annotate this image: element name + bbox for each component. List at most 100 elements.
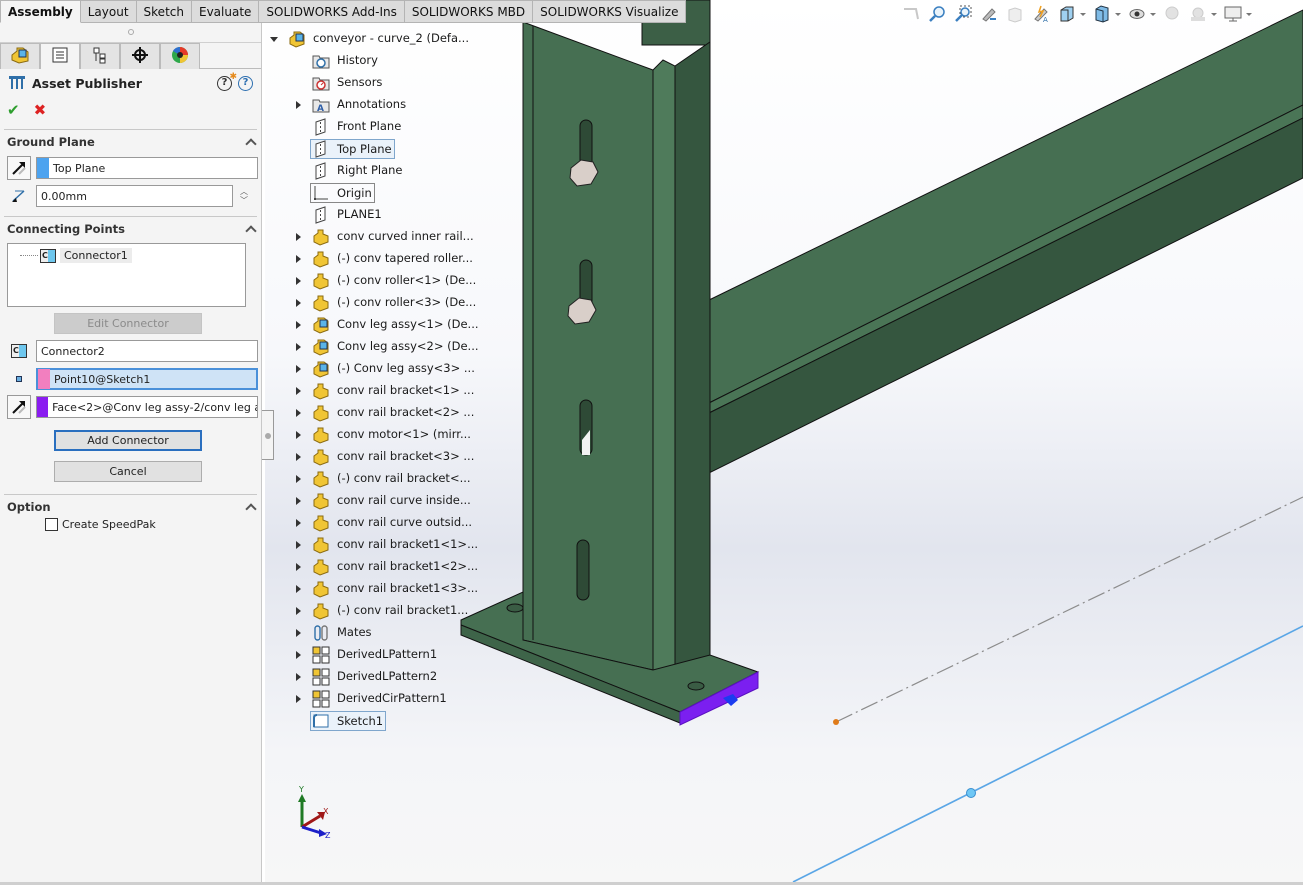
expand-arrow-icon[interactable] xyxy=(296,233,301,241)
connector-face-field[interactable]: Face<2>@Conv leg assy-2/conv leg anc xyxy=(36,396,258,418)
expand-arrow-icon[interactable] xyxy=(296,343,301,351)
list-item[interactable]: C Connector1 xyxy=(20,248,132,263)
offset-distance-input[interactable]: 0.00mm xyxy=(36,185,233,207)
tree-item-conv-leg-assy-3[interactable]: (-) Conv leg assy<3> ... xyxy=(268,358,475,380)
zoom-to-area-icon[interactable] xyxy=(953,4,973,24)
tree-item-history[interactable]: History xyxy=(268,50,468,72)
dynamic-annotation-icon[interactable]: A xyxy=(1031,4,1051,24)
whats-new-help-icon[interactable]: ? ✱ xyxy=(217,72,237,91)
tree-item-annotations[interactable]: Annotations A xyxy=(268,94,468,116)
tab-displaymanager[interactable] xyxy=(160,43,200,69)
expand-arrow-icon[interactable] xyxy=(296,431,301,439)
tree-item-derivedcirpattern1[interactable]: DerivedCirPattern1 xyxy=(268,688,468,710)
help-icon[interactable]: ? xyxy=(238,75,253,91)
tree-item-front-plane[interactable]: Front Plane xyxy=(268,116,468,138)
collapse-arrow-icon[interactable] xyxy=(270,37,278,42)
expand-arrow-icon[interactable] xyxy=(296,409,301,417)
panel-collapse-handle[interactable] xyxy=(262,410,274,460)
expand-arrow-icon[interactable] xyxy=(296,453,301,461)
expand-arrow-icon[interactable] xyxy=(296,299,301,307)
hide-show-items-icon[interactable] xyxy=(1127,4,1147,24)
sketch-point-blue[interactable] xyxy=(966,788,976,798)
dropdown-arrow-icon[interactable] xyxy=(1246,12,1252,16)
tab-featuremanager[interactable] xyxy=(0,43,40,69)
zoom-to-fit-icon[interactable] xyxy=(927,4,947,24)
collapse-chevron-icon[interactable] xyxy=(245,225,257,237)
section-view-icon[interactable] xyxy=(1005,4,1025,24)
apply-scene-icon[interactable] xyxy=(1188,4,1208,24)
tree-item-conv-rail-bracket1-2[interactable]: conv rail bracket1<2>... xyxy=(268,556,478,578)
previous-view-arrow-icon[interactable] xyxy=(979,4,999,24)
expand-arrow-icon[interactable] xyxy=(296,497,301,505)
connector-point-field[interactable]: Point10@Sketch1 xyxy=(36,368,258,390)
tab-solidworks-add-ins[interactable]: SOLIDWORKS Add-Ins xyxy=(259,0,405,23)
tree-item-derivedlpattern1[interactable]: DerivedLPattern1 xyxy=(268,644,468,666)
tree-item-conv-rail-curve-inside[interactable]: conv rail curve inside... xyxy=(268,490,471,512)
view-settings-icon[interactable] xyxy=(1223,4,1243,24)
expand-arrow-icon[interactable] xyxy=(296,673,301,681)
tree-item-derivedlpattern2[interactable]: DerivedLPattern2 xyxy=(268,666,468,688)
offset-spinner[interactable]: ︿ ﹀ xyxy=(237,187,251,205)
cancel-pm-button[interactable]: ✖ xyxy=(34,101,47,119)
view-orientation-icon[interactable] xyxy=(1057,4,1077,24)
tree-item-conv-leg-assy-1-de[interactable]: Conv leg assy<1> (De... xyxy=(268,314,479,336)
tree-item-conv-roller-3-de[interactable]: (-) conv roller<3> (De... xyxy=(268,292,476,314)
tree-item-conv-rail-bracket1-3[interactable]: conv rail bracket1<3>... xyxy=(268,578,478,600)
expand-arrow-icon[interactable] xyxy=(296,629,301,637)
expand-arrow-icon[interactable] xyxy=(296,563,301,571)
tree-item-conv-rail-bracket-3[interactable]: conv rail bracket<3> ... xyxy=(268,446,474,468)
dropdown-arrow-icon[interactable] xyxy=(1211,12,1217,16)
cancel-connector-button[interactable]: Cancel xyxy=(54,461,202,482)
tree-item-conv-rail-bracket-2[interactable]: conv rail bracket<2> ... xyxy=(268,402,474,424)
tree-item-mates[interactable]: Mates xyxy=(268,622,468,644)
tree-item-right-plane[interactable]: Right Plane xyxy=(268,160,468,182)
tree-root-assembly[interactable]: conveyor - curve_2 (Defa... xyxy=(268,28,469,50)
expand-arrow-icon[interactable] xyxy=(296,387,301,395)
expand-arrow-icon[interactable] xyxy=(296,101,301,109)
tree-item-conv-tapered-roller[interactable]: (-) conv tapered roller... xyxy=(268,248,473,270)
tab-solidworks-mbd[interactable]: SOLIDWORKS MBD xyxy=(404,0,534,23)
ok-button[interactable]: ✔ xyxy=(7,101,20,119)
connectors-list[interactable]: C Connector1 xyxy=(7,243,246,307)
tab-layout[interactable]: Layout xyxy=(80,0,137,23)
collapse-chevron-icon[interactable] xyxy=(245,503,257,515)
tree-item-conv-roller-1-de[interactable]: (-) conv roller<1> (De... xyxy=(268,270,476,292)
expand-arrow-icon[interactable] xyxy=(296,277,301,285)
expand-arrow-icon[interactable] xyxy=(296,541,301,549)
tree-item-conv-motor-1-mirr[interactable]: conv motor<1> (mirr... xyxy=(268,424,471,446)
tree-item-conv-rail-bracket1[interactable]: (-) conv rail bracket1... xyxy=(268,600,468,622)
add-connector-button[interactable]: Add Connector xyxy=(54,430,202,451)
tree-item-plane1[interactable]: PLANE1 xyxy=(268,204,468,226)
expand-arrow-icon[interactable] xyxy=(296,585,301,593)
connector-name-input[interactable]: Connector2 xyxy=(36,340,258,362)
tab-configurationmanager[interactable] xyxy=(80,43,120,69)
ground-plane-field[interactable]: Top Plane xyxy=(36,157,258,179)
expand-arrow-icon[interactable] xyxy=(296,475,301,483)
connector-direction-button[interactable] xyxy=(7,395,31,419)
tree-item-sensors[interactable]: Sensors xyxy=(268,72,468,94)
expand-arrow-icon[interactable] xyxy=(296,365,301,373)
display-style-icon[interactable] xyxy=(1092,4,1112,24)
expand-arrow-icon[interactable] xyxy=(296,651,301,659)
edit-appearance-icon[interactable] xyxy=(1162,4,1182,24)
sketch-line[interactable] xyxy=(792,625,1303,883)
sketch-point-orange[interactable] xyxy=(833,719,839,725)
expand-arrow-icon[interactable] xyxy=(296,607,301,615)
tree-item-conv-leg-assy-2-de[interactable]: Conv leg assy<2> (De... xyxy=(268,336,479,358)
tab-sketch[interactable]: Sketch xyxy=(136,0,192,23)
tree-item-conv-rail-bracket-1[interactable]: conv rail bracket<1> ... xyxy=(268,380,474,402)
tab-dimxpertmanager[interactable] xyxy=(120,43,160,69)
tree-item-conv-rail-bracket1-1[interactable]: conv rail bracket1<1>... xyxy=(268,534,478,556)
conveyor-rail[interactable] xyxy=(704,9,1303,476)
tree-item-conv-curved-inner-rail[interactable]: conv curved inner rail... xyxy=(268,226,474,248)
tree-item-top-plane[interactable]: Top Plane xyxy=(268,138,468,160)
create-speedpak-checkbox[interactable] xyxy=(45,517,58,531)
construction-line[interactable] xyxy=(835,496,1303,723)
previous-view-icon[interactable] xyxy=(901,4,921,24)
tree-item-origin[interactable]: Origin xyxy=(268,182,468,204)
edit-connector-button[interactable]: Edit Connector xyxy=(54,313,202,334)
tab-assembly[interactable]: Assembly xyxy=(0,0,81,23)
tab-propertymanager[interactable] xyxy=(40,43,80,69)
expand-arrow-icon[interactable] xyxy=(296,255,301,263)
reverse-direction-button[interactable] xyxy=(7,156,31,180)
